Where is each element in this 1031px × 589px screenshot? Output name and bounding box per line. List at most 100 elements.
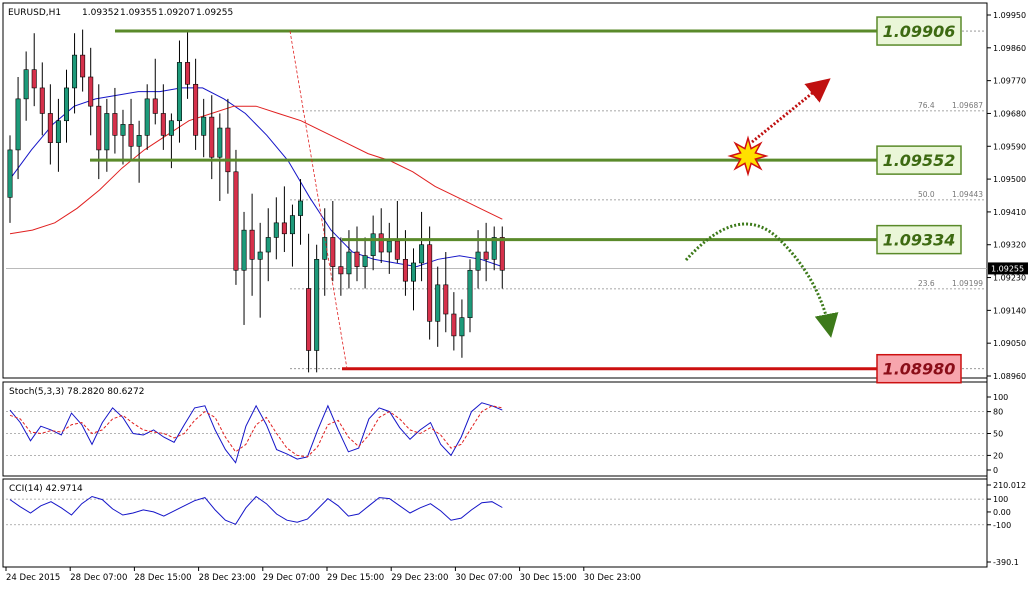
ohlc-open: 1.09352	[82, 8, 119, 18]
time-tick-label: 30 Dec 15:00	[520, 573, 577, 583]
bull-candle	[289, 215, 295, 235]
time-tick-label: 29 Dec 07:00	[263, 573, 320, 583]
price-tick-label: 1.09410	[993, 208, 1026, 217]
bear-candle	[209, 116, 215, 158]
bull-candle	[370, 233, 376, 256]
bull-candle	[63, 87, 69, 122]
bear-candle	[80, 54, 86, 78]
price-tick-label: 1.09770	[993, 77, 1026, 86]
bear-candle	[233, 171, 239, 271]
fib-price-label: 1.09687	[952, 101, 983, 110]
bull-candle	[273, 222, 279, 238]
bear-candle	[330, 237, 336, 267]
fib-ratio-label: 50.0	[918, 190, 935, 199]
main-price-panel	[2, 2, 988, 379]
bear-candle	[112, 113, 118, 136]
bull-candle	[168, 120, 174, 136]
price-tick-label: 1.09320	[993, 241, 1026, 250]
bull-candle	[467, 269, 473, 318]
bull-candle	[120, 124, 126, 136]
time-tick-label: 28 Dec 15:00	[134, 573, 191, 583]
price-tick-label: 1.09500	[993, 175, 1026, 184]
bull-candle	[419, 244, 425, 264]
symbol-readout: EURUSD,H1	[8, 8, 61, 18]
bear-candle	[427, 244, 433, 322]
bear-candle	[499, 237, 505, 271]
cci-tick-label: 210.012	[993, 481, 1026, 490]
bull-candle	[265, 237, 271, 253]
bear-candle	[402, 259, 408, 282]
bull-candle	[72, 54, 78, 89]
bear-candle	[281, 222, 287, 235]
bear-candle	[31, 69, 37, 89]
current-price-label: 1.09255	[991, 264, 1024, 273]
bull-candle	[459, 317, 465, 337]
bull-candle	[475, 251, 481, 271]
fib-ratio-label: 76.4	[918, 101, 935, 110]
cci-tick-label: 0.00	[993, 508, 1011, 517]
bull-candle	[55, 120, 61, 143]
fib-price-label: 1.09199	[952, 279, 983, 288]
bear-candle	[483, 251, 489, 260]
bull-candle	[298, 200, 304, 216]
price-tick-label: 1.09950	[993, 11, 1026, 20]
bear-candle	[451, 313, 457, 337]
level-price-label: 1.08980	[883, 360, 956, 379]
bear-candle	[128, 124, 134, 147]
bull-candle	[435, 284, 441, 322]
bull-candle	[217, 127, 223, 158]
bear-candle	[249, 229, 255, 260]
price-tick-label: 1.09860	[993, 44, 1026, 53]
bull-candle	[257, 251, 263, 260]
bear-candle	[185, 62, 191, 85]
bull-candle	[322, 237, 328, 260]
bear-candle	[354, 251, 360, 267]
time-tick-label: 24 Dec 2015	[6, 573, 60, 583]
bull-candle	[136, 135, 142, 147]
cci-panel	[2, 478, 988, 568]
price-tick-label: 1.09680	[993, 109, 1026, 118]
bear-candle	[47, 113, 53, 143]
bear-candle	[39, 87, 45, 114]
bear-candle	[378, 233, 384, 253]
breakout-burst-icon	[727, 135, 769, 177]
bull-candle	[104, 113, 110, 151]
bull-candle	[362, 255, 368, 267]
chart-canvas: 76.4 1.09687 50.0 1.09443 23.6 1.09199 1.0990…	[2, 2, 1028, 583]
price-tick-label: 1.08960	[993, 372, 1026, 381]
level-price-label: 1.09334	[883, 231, 956, 250]
bull-candle	[15, 98, 21, 151]
price-tick-label: 1.09230	[993, 274, 1026, 283]
stoch-tick-label: 50	[993, 430, 1003, 439]
stoch-tick-label: 80	[993, 408, 1003, 417]
ohlc-low: 1.09207	[158, 8, 195, 18]
time-tick-label: 28 Dec 07:00	[70, 573, 127, 583]
stoch-tick-label: 20	[993, 451, 1003, 460]
bear-candle	[160, 113, 166, 136]
price-tick-label: 1.09050	[993, 339, 1026, 348]
bear-candle	[443, 284, 449, 315]
stoch-tick-label: 100	[993, 393, 1008, 402]
stochastic-panel	[2, 381, 988, 477]
bull-candle	[201, 116, 207, 136]
time-tick-label: 30 Dec 07:00	[455, 573, 512, 583]
time-tick-label: 30 Dec 23:00	[584, 573, 641, 583]
bull-candle	[144, 98, 150, 136]
bull-candle	[386, 240, 392, 253]
level-price-label: 1.09906	[883, 22, 956, 41]
bull-candle	[314, 259, 320, 351]
bear-candle	[96, 105, 102, 151]
fib-ratio-label: 23.6	[918, 279, 935, 288]
bull-candle	[241, 229, 247, 271]
cci-tick-label: -100	[993, 521, 1011, 530]
level-price-label: 1.09552	[883, 151, 956, 170]
fib-price-label: 1.09443	[952, 190, 983, 199]
stoch-tick-label: 0	[993, 466, 998, 475]
bull-candle	[410, 262, 416, 282]
cci-title: CCI(14) 42.9714	[9, 484, 83, 494]
bull-candle	[176, 62, 182, 122]
price-tick-label: 1.09590	[993, 142, 1026, 151]
price-tick-label: 1.09140	[993, 306, 1026, 315]
bear-candle	[394, 240, 400, 260]
time-tick-label: 29 Dec 15:00	[327, 573, 384, 583]
